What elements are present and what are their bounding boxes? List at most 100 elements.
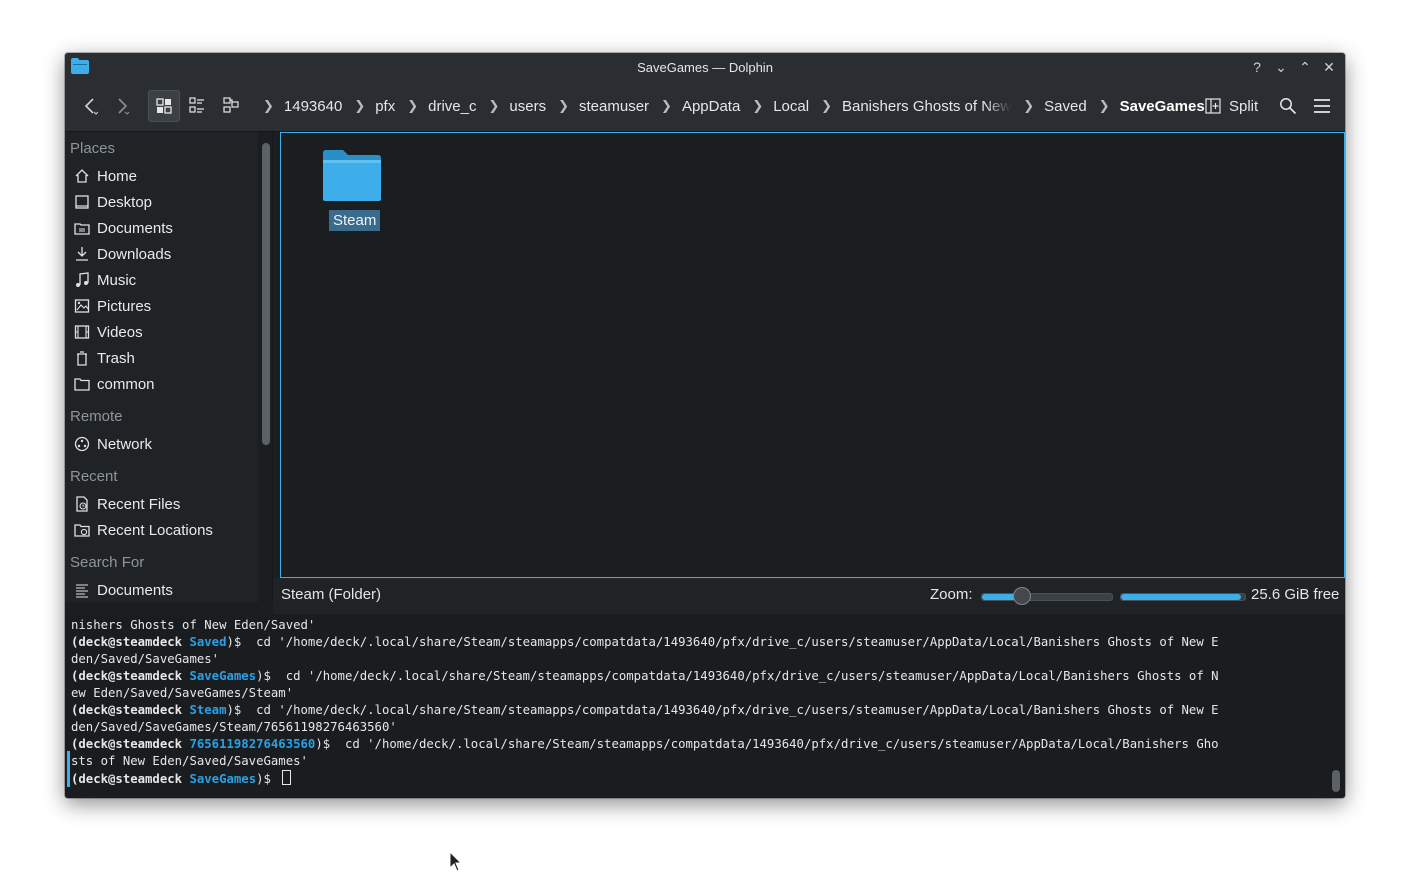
split-label: Split (1229, 97, 1259, 115)
chevron-right-icon: ❯ (1098, 98, 1110, 113)
maximize-icon: ⌃ (1299, 58, 1311, 75)
prompt-command: )$ cd '/home/deck/.local/share/Steam/ste… (315, 737, 1219, 751)
sidebar-item-downloads[interactable]: Downloads (73, 243, 171, 265)
chevron-right-icon: ❯ (354, 98, 366, 113)
prompt-directory: 76561198276463560 (189, 737, 316, 751)
close-button[interactable]: ✕ (1319, 57, 1339, 77)
icons-view-button[interactable] (148, 90, 180, 122)
terminal-line: sts of New Eden/Saved/SaveGames' (71, 753, 308, 770)
prompt-directory: Saved (189, 635, 227, 649)
forward-button[interactable] (109, 93, 135, 119)
split-button[interactable]: Split (1205, 93, 1258, 119)
chevron-right-icon: ❯ (821, 98, 832, 113)
sidebar-item-documents[interactable]: Documents (73, 217, 173, 239)
details-view-button[interactable] (216, 90, 246, 120)
back-button[interactable] (77, 93, 103, 119)
breadcrumb-item[interactable]: ❯ Local (740, 98, 809, 115)
prompt-command: )$ cd '/home/deck/.local/share/Steam/ste… (256, 669, 1219, 683)
search-button[interactable] (1275, 93, 1301, 119)
terminal-scrollbar[interactable] (1332, 770, 1340, 792)
sidebar-item-recent-files[interactable]: Recent Files (73, 493, 180, 515)
terminal-line: (deck@steamdeck SaveGames)$ cd '/home/de… (71, 668, 1219, 685)
terminal-line: (deck@steamdeck SaveGames)$ (71, 770, 292, 788)
terminal-line: (deck@steamdeck 76561198276463560)$ cd '… (71, 736, 1219, 753)
terminal-line: nishers Ghosts of New Eden/Saved' (71, 617, 315, 634)
split-view-icon (1205, 98, 1221, 114)
help-button[interactable]: ? (1247, 57, 1267, 77)
menu-button[interactable] (1309, 93, 1335, 119)
help-icon: ? (1253, 59, 1261, 75)
network-icon (73, 435, 91, 453)
sidebar-item-recent-locations[interactable]: Recent Locations (73, 519, 213, 541)
sidebar-item-pictures[interactable]: Pictures (73, 295, 151, 317)
folder-name-label[interactable]: Steam (329, 210, 381, 231)
terminal-output: den/Saved/SaveGames' (71, 652, 220, 666)
prompt-user: (deck@steamdeck (71, 772, 190, 786)
disk-space-fill (1121, 594, 1241, 600)
sidebar-item-network[interactable]: Network (73, 433, 152, 455)
compact-view-icon (189, 97, 204, 113)
prompt-user: (deck@steamdeck (71, 703, 190, 717)
sidebar-item-search-documents[interactable]: Documents (73, 579, 173, 601)
sidebar-item-videos[interactable]: Videos (73, 321, 143, 343)
prompt-user: (deck@steamdeck (71, 635, 190, 649)
breadcrumb-item[interactable]: ❯ steamuser (546, 98, 649, 115)
terminal-output: ew Eden/Saved/SaveGames/Steam' (71, 686, 294, 700)
zoom-slider-handle[interactable] (1013, 587, 1031, 605)
prompt-command: )$ cd '/home/deck/.local/share/Steam/ste… (226, 703, 1219, 717)
file-view[interactable]: Steam (280, 132, 1345, 578)
pictures-icon (73, 297, 91, 315)
terminal-line: (deck@steamdeck Steam)$ cd '/home/deck/.… (71, 702, 1219, 719)
chevron-right-icon: ❯ (488, 98, 500, 113)
chevron-right-icon: ❯ (558, 98, 569, 113)
terminal-line: den/Saved/SaveGames/Steam/76561198276463… (71, 719, 397, 736)
panel-divider[interactable] (272, 132, 273, 602)
sidebar-scrollbar[interactable] (262, 143, 270, 445)
toolbar: ❯ 1493640 ❯ pfx ❯ drive_c ❯ users ❯ steamuser… (65, 81, 1345, 132)
breadcrumb: ❯ 1493640 ❯ pfx ❯ drive_c ❯ users ❯ steamuser… (251, 81, 1205, 131)
folder-icon (323, 150, 381, 201)
disk-space-bar (1120, 593, 1246, 601)
sidebar-item-music[interactable]: Music (73, 269, 136, 291)
titlebar[interactable]: SaveGames — Dolphin ? ⌄ ⌃ ✕ (65, 53, 1345, 81)
breadcrumb-item[interactable]: ❯ users (477, 98, 547, 115)
prompt-command: )$ (256, 772, 279, 786)
breadcrumb-item[interactable]: ❯ AppData (649, 98, 740, 115)
chevron-right-icon: ❯ (752, 98, 764, 113)
compact-view-button[interactable] (182, 90, 212, 120)
breadcrumb-item[interactable]: ❯ drive_c (395, 98, 476, 115)
sidebar-item-trash[interactable]: Trash (73, 347, 135, 369)
prompt-command: )$ cd '/home/deck/.local/share/Steam/ste… (226, 635, 1219, 649)
terminal-output: sts of New Eden/Saved/SaveGames' (71, 754, 308, 768)
prompt-directory: SaveGames (189, 772, 257, 786)
free-space-text: 25.6 GiB free (1251, 586, 1340, 603)
breadcrumb-item[interactable]: ❯ Banishers Ghosts of New (809, 98, 1011, 115)
forward-icon (118, 98, 130, 115)
window-title: SaveGames — Dolphin (637, 60, 773, 75)
folder-item-steam[interactable] (323, 149, 381, 201)
hamburger-menu-icon (1314, 99, 1330, 113)
mouse-pointer-icon (449, 851, 463, 872)
sidebar-item-common[interactable]: common (73, 373, 155, 395)
music-icon (73, 271, 91, 289)
sidebar-item-home[interactable]: Home (73, 165, 137, 187)
terminal-line: (deck@steamdeck Saved)$ cd '/home/deck/.… (71, 634, 1219, 651)
minimize-icon: ⌄ (1275, 58, 1287, 75)
prompt-directory: SaveGames (189, 669, 257, 683)
search-for-heading: Search For (70, 554, 145, 571)
videos-icon (73, 323, 91, 341)
terminal-panel[interactable]: nishers Ghosts of New Eden/Saved' (deck@s… (65, 615, 1345, 798)
search-icon (1280, 98, 1297, 115)
breadcrumb-current[interactable]: ❯ SaveGames (1087, 98, 1205, 115)
zoom-label: Zoom: (930, 586, 973, 603)
tree-view-icon (223, 97, 239, 113)
minimize-button[interactable]: ⌄ (1271, 57, 1291, 77)
zoom-slider[interactable] (981, 587, 1113, 605)
sidebar-item-desktop[interactable]: Desktop (73, 191, 152, 213)
breadcrumb-item[interactable]: ❯ pfx (342, 98, 395, 115)
maximize-button[interactable]: ⌃ (1295, 57, 1315, 77)
breadcrumb-item[interactable]: ❯ Saved (1011, 98, 1086, 115)
recent-files-icon (73, 495, 91, 513)
breadcrumb-item[interactable]: ❯ 1493640 (251, 98, 342, 115)
terminal-cursor (282, 770, 292, 785)
